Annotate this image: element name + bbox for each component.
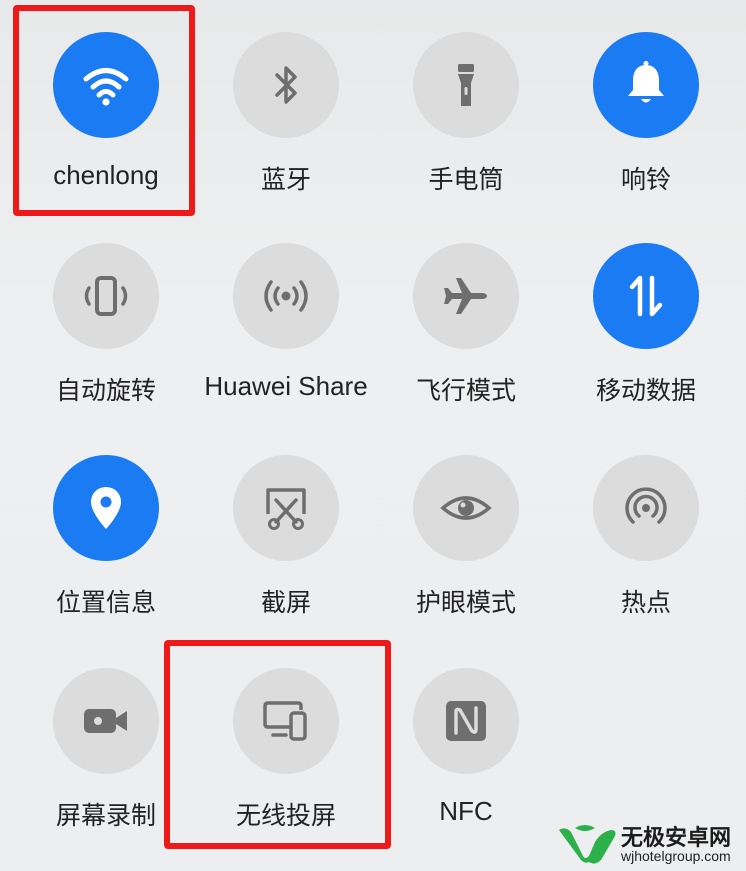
tile-screenshot[interactable]: 截屏: [196, 455, 376, 655]
tile-mobile-data[interactable]: 移动数据: [556, 243, 736, 443]
bluetooth-toggle[interactable]: [233, 32, 339, 138]
tile-nfc[interactable]: NFC: [376, 668, 556, 868]
tile-label: 截屏: [260, 588, 311, 617]
nfc-toggle[interactable]: [413, 668, 519, 774]
share-waves-icon: [264, 280, 308, 312]
tile-label: 飞行模式: [415, 376, 516, 405]
flashlight-icon: [458, 64, 474, 106]
tile-label: 位置信息: [55, 588, 156, 617]
tile-label: NFC: [439, 796, 493, 826]
location-pin-icon: [91, 487, 121, 529]
wireless-projection-highlight-box: [164, 640, 391, 849]
tile-label: 自动旋转: [55, 376, 156, 405]
tile-label: Huawei Share: [204, 371, 368, 401]
mobile-data-toggle[interactable]: [593, 243, 699, 349]
tile-label: 蓝牙: [260, 165, 311, 194]
screen-record-toggle[interactable]: [53, 668, 159, 774]
tile-ringer[interactable]: 响铃: [556, 32, 736, 232]
tile-label: 移动数据: [595, 376, 696, 405]
tile-flashlight[interactable]: 手电筒: [376, 32, 556, 232]
flashlight-toggle[interactable]: [413, 32, 519, 138]
rotate-icon: [84, 276, 128, 316]
tile-hotspot[interactable]: 热点: [556, 455, 736, 655]
nfc-icon: [446, 701, 486, 741]
tile-label: 手电筒: [428, 165, 504, 194]
wifi-highlight-box: [13, 5, 195, 216]
bluetooth-icon: [275, 66, 297, 104]
tile-eye-comfort[interactable]: 护眼模式: [376, 455, 556, 655]
tile-label: 热点: [620, 588, 671, 617]
airplane-icon: [444, 278, 487, 314]
tile-auto-rotate[interactable]: 自动旋转: [16, 243, 196, 443]
eye-icon: [440, 496, 492, 520]
ringer-toggle[interactable]: [593, 32, 699, 138]
bell-icon: [628, 61, 664, 103]
tile-label: 响铃: [620, 165, 671, 194]
watermark-logo-icon: [559, 825, 616, 864]
airplane-mode-toggle[interactable]: [413, 243, 519, 349]
screenshot-toggle[interactable]: [233, 455, 339, 561]
data-arrows-icon: [629, 275, 663, 317]
site-watermark: 无极安卓网 wjhotelgroup.com: [555, 818, 745, 868]
tile-bluetooth[interactable]: 蓝牙: [196, 32, 376, 232]
tile-location[interactable]: 位置信息: [16, 455, 196, 655]
hotspot-toggle[interactable]: [593, 455, 699, 561]
tile-label: 护眼模式: [415, 588, 516, 617]
scissors-screen-icon: [266, 488, 306, 530]
watermark-url: wjhotelgroup.com: [621, 848, 731, 864]
auto-rotate-toggle[interactable]: [53, 243, 159, 349]
video-camera-icon: [84, 709, 127, 733]
huawei-share-toggle[interactable]: [233, 243, 339, 349]
location-toggle[interactable]: [53, 455, 159, 561]
eye-comfort-toggle[interactable]: [413, 455, 519, 561]
hotspot-icon: [625, 487, 667, 524]
tile-airplane-mode[interactable]: 飞行模式: [376, 243, 556, 443]
tile-huawei-share[interactable]: Huawei Share: [196, 243, 376, 443]
